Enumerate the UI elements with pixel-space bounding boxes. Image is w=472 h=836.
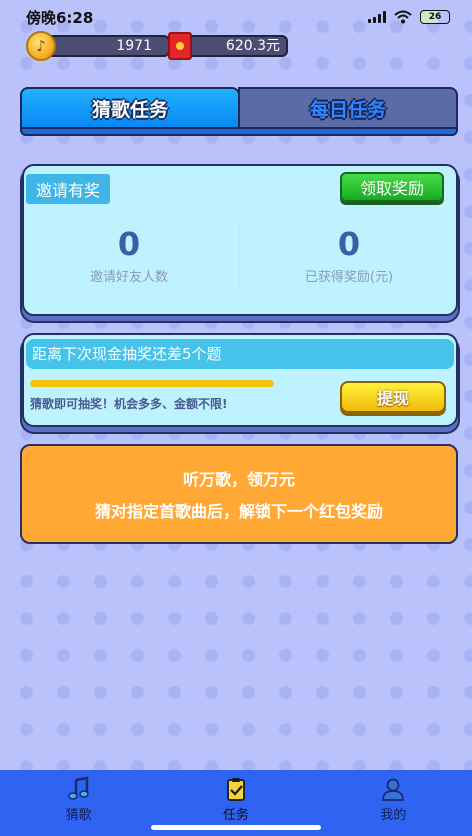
nav-label-profile: 我的	[380, 808, 407, 823]
music-note-icon	[67, 776, 89, 800]
promo-banner: 听万歌，领万元 猜对指定首歌曲后，解锁下一个红包奖励	[20, 444, 458, 544]
invite-title: 邀请有奖	[26, 174, 111, 204]
draw-header: 距离下次现金抽奖还差5个题	[26, 339, 454, 369]
draw-progress-fill	[30, 380, 274, 387]
nav-item-profile[interactable]: 我的	[315, 770, 472, 836]
nav-label-tasks: 任务	[222, 808, 249, 823]
invite-card: 邀请有奖 领取奖励 0 邀请好友人数 0 已获得奖励(元)	[22, 164, 458, 316]
friends-stat: 0 邀请好友人数	[24, 224, 234, 285]
nav-item-guess-song[interactable]: 猜歌	[0, 770, 157, 836]
claim-reward-button[interactable]: 领取奖励	[340, 172, 444, 202]
promo-line-1: 听万歌，领万元	[182, 470, 295, 489]
task-tabs: 猜歌任务 每日任务	[20, 87, 458, 137]
friends-count: 0	[117, 225, 141, 263]
tab-guess-song-tasks[interactable]: 猜歌任务	[20, 87, 240, 129]
cash-balance: 620.3元	[176, 35, 288, 57]
nav-label-guess-song: 猜歌	[65, 808, 92, 823]
friends-label: 邀请好友人数	[89, 270, 168, 285]
draw-progress-bar	[30, 380, 274, 387]
clipboard-check-icon	[227, 778, 245, 801]
wallet-bar: 1971 ♪ 620.3元	[26, 31, 288, 61]
status-icons: 26	[368, 10, 450, 24]
cash-draw-card: 距离下次现金抽奖还差5个题 猜歌即可抽奖！机会多多、金额不限! 提现	[22, 333, 458, 427]
tab-daily-tasks[interactable]: 每日任务	[238, 87, 458, 129]
wifi-icon	[394, 10, 412, 24]
reward-label: 已获得奖励(元)	[304, 270, 394, 285]
promo-line-2: 猜对指定首歌曲后，解锁下一个红包奖励	[94, 502, 383, 521]
reward-stat: 0 已获得奖励(元)	[244, 224, 454, 285]
stat-divider	[239, 218, 240, 288]
music-coin-icon: ♪	[26, 31, 56, 61]
red-envelope-icon	[168, 32, 192, 60]
withdraw-button[interactable]: 提现	[340, 381, 446, 413]
coin-balance: 1971	[38, 35, 170, 57]
signal-icon	[368, 11, 386, 23]
person-icon	[382, 778, 405, 801]
status-time: 傍晚6:28	[26, 8, 94, 27]
status-bar: 傍晚6:28 26	[0, 0, 472, 34]
home-indicator[interactable]	[151, 825, 321, 830]
battery-icon: 26	[420, 10, 450, 24]
reward-count: 0	[337, 225, 361, 263]
draw-description: 猜歌即可抽奖！机会多多、金额不限!	[30, 397, 228, 411]
